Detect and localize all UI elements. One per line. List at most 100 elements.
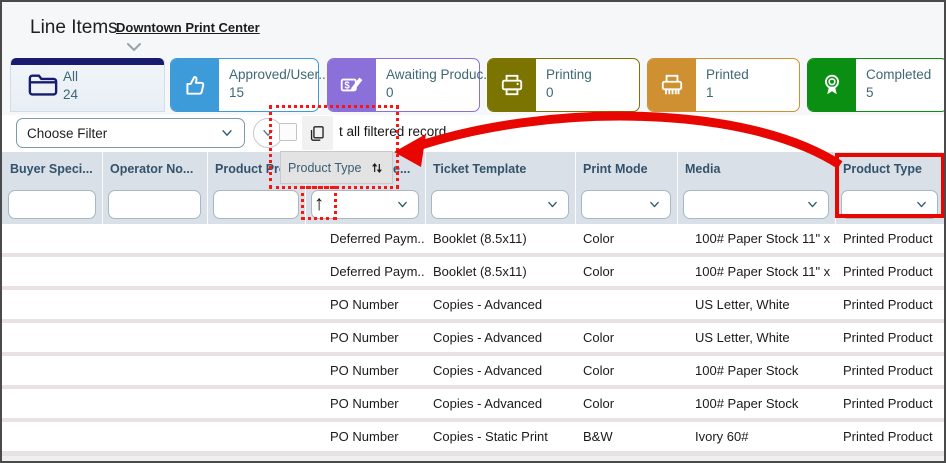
table-cell: PO Number	[305, 429, 425, 444]
choose-filter-select[interactable]: Choose Filter	[16, 118, 245, 148]
table-cell: Deferred Paym...	[305, 231, 425, 246]
filter-select-print-mode[interactable]	[581, 190, 671, 219]
top-bar: Line Items Downtown Print Center	[2, 2, 944, 57]
filter-select-product-type[interactable]	[841, 190, 938, 219]
filter-select-ticket-template[interactable]	[431, 190, 569, 219]
filter-cell	[2, 186, 102, 224]
filter-cell	[835, 186, 944, 224]
column-header-product-type[interactable]: Product Type	[835, 152, 944, 186]
chevron-down-icon	[396, 198, 409, 211]
chevron-down-icon	[546, 198, 559, 211]
table-cell: Printed Product	[835, 264, 944, 279]
column-header-operator-no[interactable]: Operator No...	[102, 152, 207, 186]
tab-awaiting-production[interactable]: $ Awaiting Produc... 0	[327, 58, 480, 112]
chevron-down-icon	[261, 126, 275, 140]
column-header-row: Buyer Speci...Operator No... Product Pro e…	[2, 152, 944, 186]
filter-cell	[102, 186, 207, 224]
folder-icon	[28, 72, 58, 103]
tab-label: Approved/User...	[229, 66, 330, 84]
line-items-window: Line Items Downtown Print Center All 24 …	[0, 0, 946, 463]
table-cell: PO Number	[305, 330, 425, 345]
column-header-print-mode[interactable]: Print Mode	[575, 152, 677, 186]
chevron-down-icon	[915, 198, 928, 211]
filter-cell	[425, 186, 575, 224]
tab-printing[interactable]: Printing 0	[487, 58, 640, 112]
table-cell: Deferred Paym...	[305, 264, 425, 279]
table-cell: Printed Product	[835, 231, 944, 246]
tab-all[interactable]: All 24	[10, 58, 165, 112]
table-cell: PO Number	[305, 363, 425, 378]
tab-completed[interactable]: Completed 5	[807, 58, 946, 112]
tab-label: Printed	[706, 66, 749, 84]
tab-count: 15	[229, 84, 330, 102]
table-cell: 100# Paper Stock 11" x ...	[677, 231, 835, 246]
table-cell: Color	[575, 231, 677, 246]
table-cell: Copies - Advanced	[425, 396, 575, 411]
active-tab-indicator	[11, 58, 164, 65]
table-cell: 100# Paper Stock	[677, 396, 835, 411]
table-cell: Printed Product	[835, 429, 944, 444]
tab-count: 24	[63, 86, 78, 104]
bottom-strip	[2, 455, 944, 463]
table-row[interactable]: PO NumberCopies - AdvancedUS Letter, Whi…	[2, 290, 944, 323]
tab-count: 0	[546, 84, 592, 102]
table-cell: Printed Product	[835, 330, 944, 345]
filter-cell	[677, 186, 835, 224]
table-row[interactable]: PO NumberCopies - AdvancedColorUS Letter…	[2, 323, 944, 356]
filter-cell	[575, 186, 677, 224]
tab-printed[interactable]: Printed 1	[647, 58, 800, 112]
filter-bar: Choose Filter t all filtered record.	[2, 115, 944, 154]
column-header-label: Ticket Template	[433, 162, 526, 176]
swap-vertical-icon	[369, 160, 385, 176]
table-cell: Printed Product	[835, 297, 944, 312]
table-cell: Color	[575, 363, 677, 378]
filter-input-operator-no[interactable]	[108, 190, 201, 219]
tab-label: Completed	[866, 66, 931, 84]
table-row[interactable]: PO NumberCopies - AdvancedColor100# Pape…	[2, 389, 944, 422]
drag-ghost-product-type[interactable]: Product Type	[280, 151, 393, 184]
table-row[interactable]: Deferred Paym...Booklet (8.5x11)Color100…	[2, 257, 944, 290]
filter-select-e[interactable]	[311, 190, 419, 219]
table-cell: US Letter, White	[677, 330, 835, 345]
table-cell: US Letter, White	[677, 297, 835, 312]
tab-label: Printing	[546, 66, 592, 84]
filter-cell	[305, 186, 425, 224]
filter-input-buyer-speci[interactable]	[8, 190, 96, 219]
table-cell: Booklet (8.5x11)	[425, 264, 575, 279]
column-header-label: Product Type	[843, 162, 922, 176]
money-edit-icon: $	[328, 59, 376, 111]
table-cell: 100# Paper Stock 11" x ...	[677, 264, 835, 279]
chevron-down-icon[interactable]	[126, 39, 142, 57]
column-filter-row	[2, 186, 944, 224]
filter-select-media[interactable]	[683, 190, 829, 219]
column-header-ticket-template[interactable]: Ticket Template	[425, 152, 575, 186]
table-cell: Copies - Advanced	[425, 330, 575, 345]
printer-icon	[488, 59, 536, 111]
table-cell: Copies - Static Print	[425, 429, 575, 444]
table-cell: Color	[575, 330, 677, 345]
table-cell: B&W	[575, 429, 677, 444]
table-row[interactable]: PO NumberCopies - AdvancedColor100# Pape…	[2, 356, 944, 389]
table-cell: Printed Product	[835, 396, 944, 411]
filter-cell	[207, 186, 305, 224]
select-all-checkbox[interactable]	[279, 123, 297, 141]
select-all-label: t all filtered record.	[339, 124, 450, 139]
drag-ghost-label: Product Type	[288, 161, 361, 175]
printed-output-icon	[648, 59, 696, 111]
chevron-down-icon	[806, 198, 819, 211]
column-header-buyer-speci[interactable]: Buyer Speci...	[2, 152, 102, 186]
column-header-label: Product Pro	[215, 162, 287, 176]
copy-icon	[302, 116, 333, 150]
table-row[interactable]: Deferred Paym...Booklet (8.5x11)Color100…	[2, 224, 944, 257]
table-row[interactable]: PO NumberCopies - Static PrintB&WIvory 6…	[2, 422, 944, 455]
column-header-media[interactable]: Media	[677, 152, 835, 186]
column-header-label: e...	[393, 162, 410, 176]
chevron-down-icon	[220, 126, 234, 140]
table-cell: Color	[575, 264, 677, 279]
table-cell: Copies - Advanced	[425, 297, 575, 312]
tab-approved[interactable]: Approved/User... 15	[170, 58, 319, 112]
filter-input-product-pro[interactable]	[213, 190, 299, 219]
location-link[interactable]: Downtown Print Center	[116, 20, 260, 35]
table-body: Deferred Paym...Booklet (8.5x11)Color100…	[2, 224, 944, 455]
svg-text:$: $	[344, 81, 350, 92]
